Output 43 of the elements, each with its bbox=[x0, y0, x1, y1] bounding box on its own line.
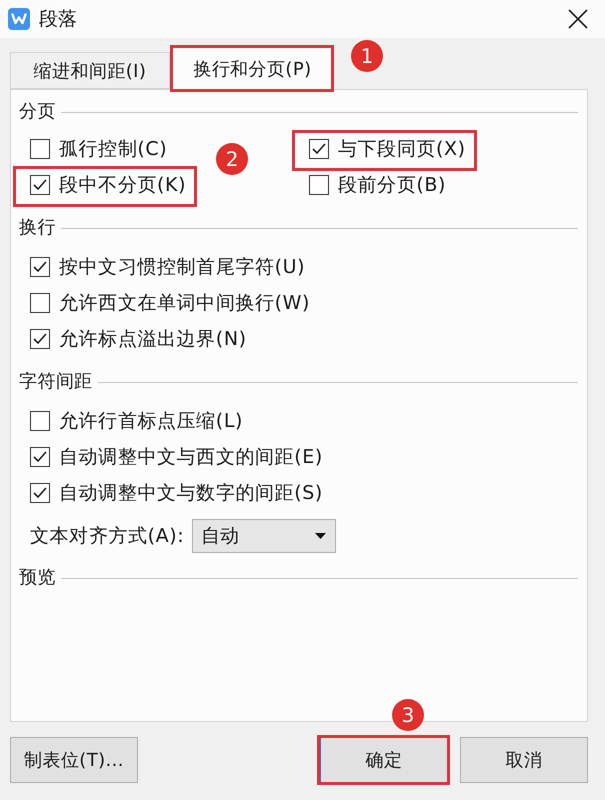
step-badge: 1 bbox=[351, 40, 383, 72]
close-icon bbox=[568, 9, 588, 29]
checkbox-label[interactable]: 允许标点溢出边界(N) bbox=[59, 326, 247, 352]
checkbox[interactable] bbox=[309, 175, 329, 195]
section-title: 预览 bbox=[19, 566, 56, 589]
checkbox[interactable] bbox=[30, 139, 50, 159]
checkbox[interactable] bbox=[30, 257, 50, 277]
check-icon bbox=[33, 179, 47, 191]
window-title: 段落 bbox=[39, 7, 78, 32]
checkbox[interactable] bbox=[309, 139, 329, 159]
tab[interactable]: 换行和分页(P) bbox=[172, 46, 333, 90]
checkbox-label[interactable]: 允许行首标点压缩(L) bbox=[59, 408, 244, 434]
checkbox-label[interactable]: 自动调整中文与数字的间距(S) bbox=[59, 480, 323, 506]
checkbox-label[interactable]: 段中不分页(K) bbox=[59, 172, 186, 198]
section-title: 字符间距 bbox=[19, 370, 93, 393]
checkbox[interactable] bbox=[30, 175, 50, 195]
checkbox-label[interactable]: 段前分页(B) bbox=[338, 172, 446, 198]
section-title: 换行 bbox=[19, 216, 56, 239]
checkbox[interactable] bbox=[30, 329, 50, 349]
app-logo-icon bbox=[8, 8, 30, 30]
check-icon bbox=[312, 143, 326, 155]
check-icon bbox=[33, 487, 47, 499]
check-icon bbox=[33, 261, 47, 273]
caret-icon bbox=[315, 533, 326, 539]
dialog-button[interactable]: 确定 bbox=[320, 737, 448, 783]
checkbox-label[interactable]: 与下段同页(X) bbox=[338, 136, 466, 162]
checkbox[interactable] bbox=[30, 411, 50, 431]
checkbox-label[interactable]: 自动调整中文与西文的间距(E) bbox=[59, 444, 323, 470]
dropdown-field[interactable]: 自动 bbox=[192, 519, 336, 553]
check-icon bbox=[33, 333, 47, 345]
checkbox-label[interactable]: 孤行控制(C) bbox=[59, 136, 168, 162]
checkbox[interactable] bbox=[30, 293, 50, 313]
dialog-button[interactable]: 制表位(T)... bbox=[10, 737, 138, 783]
checkbox-label[interactable]: 允许西文在单词中间换行(W) bbox=[59, 290, 310, 316]
checkbox-label[interactable]: 按中文习惯控制首尾字符(U) bbox=[59, 254, 306, 280]
dialog-button[interactable]: 取消 bbox=[460, 737, 588, 783]
tab[interactable]: 缩进和间距(I) bbox=[10, 52, 170, 89]
step-badge: 2 bbox=[216, 143, 248, 175]
section-title: 分页 bbox=[19, 100, 56, 123]
field-label: 文本对齐方式(A): bbox=[30, 524, 184, 549]
check-icon bbox=[33, 451, 47, 463]
checkbox[interactable] bbox=[30, 447, 50, 467]
checkbox[interactable] bbox=[30, 483, 50, 503]
